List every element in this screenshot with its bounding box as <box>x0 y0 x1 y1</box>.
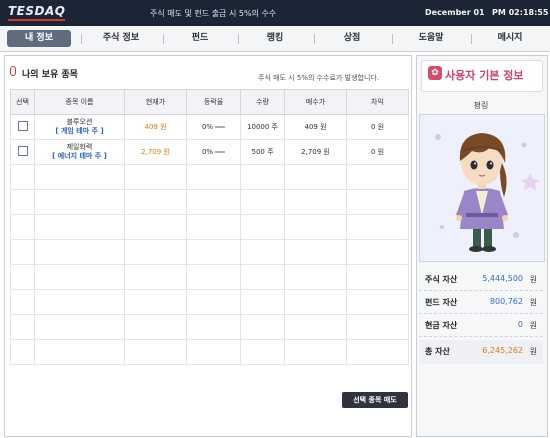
total-unit: 원 <box>529 347 537 356</box>
buy-price: 2,709 원 <box>284 139 347 165</box>
quantity: 10000 주 <box>240 114 285 140</box>
asset-value: 800,762 <box>489 297 523 306</box>
holdings-table: 선택 종목 이름 현재가 등락율 수량 매수가 차익 블루오션 [ 게임 테마 … <box>10 89 409 365</box>
profit: 0 원 <box>346 114 409 140</box>
no-change-icon <box>215 126 226 128</box>
change-cell: 0% <box>186 139 241 165</box>
empty-row <box>10 264 409 290</box>
stock-asset-row: 주식 자산 5,444,500 원 <box>419 268 543 291</box>
quantity: 500 주 <box>240 139 285 165</box>
buy-price: 409 원 <box>284 114 347 140</box>
app-logo[interactable]: TESDAQ <box>8 4 66 21</box>
nickname: 평링 <box>473 101 489 110</box>
main-nav: 내 정보 주식 정보 펀드 랭킹 상점 도움말 메시지 <box>0 26 550 52</box>
asset-unit: 원 <box>529 275 537 284</box>
asset-summary: 주식 자산 5,444,500 원 펀드 자산 800,762 원 현금 자산 … <box>419 268 543 364</box>
asset-label: 펀드 자산 <box>425 298 458 307</box>
stock-theme: [ 에너지 테마 주 ] <box>52 152 107 160</box>
empty-row <box>10 214 409 240</box>
empty-row <box>10 239 409 265</box>
change-rate: 0% <box>201 148 214 156</box>
cash-asset-row: 현금 자산 0 원 <box>419 314 543 337</box>
tab-shop[interactable]: 상점 <box>321 30 383 47</box>
tab-my-info[interactable]: 내 정보 <box>7 30 71 47</box>
table-row: 제일화력 [ 에너지 테마 주 ] 2,709 원 0% 500 주 2,709… <box>10 139 409 165</box>
stock-theme: [ 게임 테마 주 ] <box>55 127 104 135</box>
row-checkbox[interactable] <box>17 121 28 131</box>
current-date: December 01 <box>425 8 485 17</box>
fund-asset-row: 펀드 자산 800,762 원 <box>419 291 543 314</box>
column-header-price: 현재가 <box>124 89 187 115</box>
total-label: 총 자산 <box>425 347 450 356</box>
fee-notice: 주식 매도 시 5%의 수수료가 발생합니다. <box>258 74 380 82</box>
total-asset-row: 총 자산 6,245,262 원 <box>419 340 543 364</box>
tab-stock-info[interactable]: 주식 정보 <box>88 30 154 47</box>
table-header-row: 선택 종목 이름 현재가 등락율 수량 매수가 차익 <box>10 89 409 115</box>
profile-logo-icon: ✿ <box>428 66 442 80</box>
empty-row <box>10 289 409 315</box>
column-header-buy-price: 매수가 <box>284 89 347 115</box>
asset-unit: 원 <box>529 321 537 330</box>
top-bar: TESDAQ 주식 매도 및 펀드 출금 시 5%의 수수 December 0… <box>0 0 550 26</box>
total-value: 6,245,262 <box>482 346 523 355</box>
sell-selected-button[interactable]: 선택 종목 매도 <box>342 392 408 408</box>
change-rate: 0% <box>201 123 214 131</box>
table-row: 블루오션 [ 게임 테마 주 ] 409 원 0% 10000 주 409 원 … <box>10 114 409 140</box>
tab-fund[interactable]: 펀드 <box>170 30 230 47</box>
stock-name[interactable]: 제일화력 <box>35 143 124 152</box>
tab-messages[interactable]: 메시지 <box>478 30 542 47</box>
asset-value: 0 <box>517 320 523 329</box>
asset-value: 5,444,500 <box>482 274 523 283</box>
column-header-qty: 수량 <box>240 89 285 115</box>
empty-row <box>10 339 409 365</box>
asset-label: 주식 자산 <box>425 275 458 284</box>
column-header-name: 종목 이름 <box>34 89 125 115</box>
avatar-character-icon <box>420 115 544 261</box>
column-header-profit: 차익 <box>346 89 409 115</box>
current-time: PM 02:18:55 <box>492 8 549 17</box>
empty-row <box>10 314 409 340</box>
tab-divider <box>238 34 239 44</box>
tab-divider <box>392 34 393 44</box>
row-checkbox[interactable] <box>17 146 28 156</box>
profile-title: 사용자 기본 정보 <box>445 69 524 82</box>
change-cell: 0% <box>186 114 241 140</box>
asset-unit: 원 <box>529 298 537 307</box>
stock-name[interactable]: 블루오션 <box>35 118 124 127</box>
tab-divider <box>81 34 82 44</box>
tab-ranking[interactable]: 랭킹 <box>245 30 305 47</box>
no-change-icon <box>215 151 226 153</box>
tab-help[interactable]: 도움말 <box>399 30 463 47</box>
empty-row <box>10 164 409 190</box>
asset-label: 현금 자산 <box>425 321 458 330</box>
column-header-select: 선택 <box>10 89 35 115</box>
fee-notice-ticker: 주식 매도 및 펀드 출금 시 5%의 수수 <box>150 9 277 18</box>
column-header-change: 등락율 <box>186 89 241 115</box>
current-price: 409 원 <box>124 114 187 140</box>
paperclip-icon <box>10 66 16 76</box>
current-price: 2,709 원 <box>124 139 187 165</box>
tab-divider <box>314 34 315 44</box>
avatar <box>419 114 545 262</box>
holdings-title: 나의 보유 종목 <box>22 70 78 80</box>
tab-divider <box>471 34 472 44</box>
empty-row <box>10 189 409 215</box>
tab-divider <box>163 34 164 44</box>
profit: 0 원 <box>346 139 409 165</box>
